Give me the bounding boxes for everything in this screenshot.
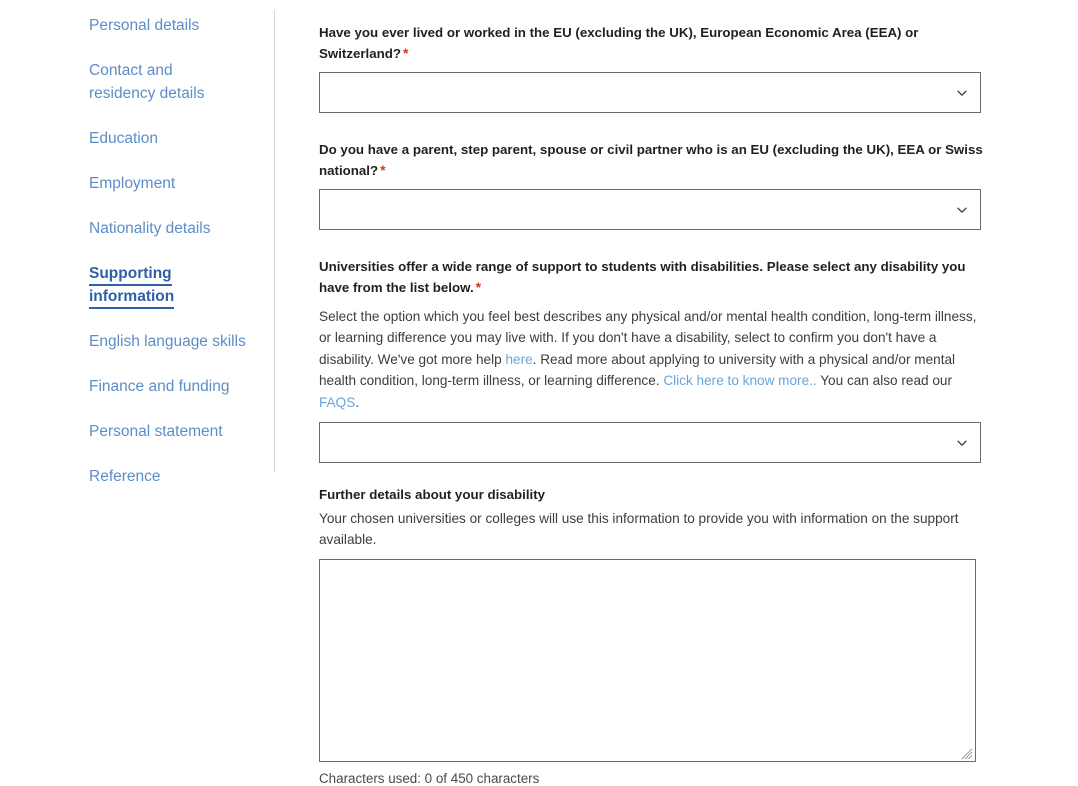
field-eu-residence: Have you ever lived or worked in the EU … <box>319 22 1019 113</box>
field-further-details: Further details about your disability Yo… <box>319 484 1019 786</box>
sidebar-nav-list: Personal details Contact and residency d… <box>0 14 275 488</box>
sidebar-item-label[interactable]: Contact and residency details <box>89 62 204 102</box>
faqs-link[interactable]: FAQS <box>319 395 355 410</box>
required-asterisk: * <box>403 45 409 61</box>
field-disability: Universities offer a wide range of suppo… <box>319 256 1019 464</box>
field-eu-relative: Do you have a parent, step parent, spous… <box>319 139 1019 230</box>
disability-help-part-4: . <box>355 394 360 410</box>
sidebar-divider <box>274 10 275 472</box>
character-counter: Characters used: 0 of 450 characters <box>319 771 540 786</box>
chevron-down-icon <box>956 87 968 99</box>
disability-label: Universities offer a wide range of suppo… <box>319 256 984 298</box>
sidebar-item-label[interactable]: Education <box>89 130 158 147</box>
eu-residence-label: Have you ever lived or worked in the EU … <box>319 22 984 64</box>
sidebar-item-label[interactable]: Finance and funding <box>89 378 229 395</box>
supporting-information-form: Have you ever lived or worked in the EU … <box>319 0 1019 786</box>
sidebar-item-label[interactable]: Nationality details <box>89 220 210 237</box>
eu-residence-select[interactable] <box>319 72 981 113</box>
further-details-help-text: Your chosen universities or colleges wil… <box>319 511 959 548</box>
further-details-label: Further details about your disability <box>319 487 546 503</box>
required-asterisk: * <box>380 162 386 178</box>
disability-select[interactable] <box>319 422 981 464</box>
sidebar-item-label[interactable]: Employment <box>89 175 175 192</box>
eu-relative-label: Do you have a parent, step parent, spous… <box>319 139 984 181</box>
sidebar-item-nationality-details[interactable]: Nationality details <box>0 217 275 240</box>
further-details-textarea-wrapper[interactable] <box>319 559 976 763</box>
sidebar-item-label[interactable]: Reference <box>89 468 161 485</box>
application-form-page: Personal details Contact and residency d… <box>0 0 1078 786</box>
chevron-down-icon <box>956 204 968 216</box>
sidebar-item-reference[interactable]: Reference <box>0 465 275 488</box>
disability-help-text: Select the option which you feel best de… <box>319 306 979 413</box>
sidebar-item-label[interactable]: English language skills <box>89 333 246 350</box>
required-asterisk: * <box>475 279 482 295</box>
help-here-link[interactable]: here <box>505 352 532 367</box>
eu-residence-label-text: Have you ever lived or worked in the EU … <box>319 25 919 61</box>
sidebar-item-personal-details[interactable]: Personal details <box>0 14 275 37</box>
disability-label-text: Universities offer a wide range of suppo… <box>319 259 966 295</box>
sidebar-item-english-language-skills[interactable]: English language skills <box>0 330 275 353</box>
disability-help-part-3: You can also read our <box>816 373 952 389</box>
eu-relative-label-text: Do you have a parent, step parent, spous… <box>319 142 983 178</box>
sidebar-item-contact-and-residency-details[interactable]: Contact and residency details <box>0 59 275 105</box>
know-more-link[interactable]: Click here to know more.. <box>663 373 816 388</box>
sidebar-item-education[interactable]: Education <box>0 127 275 150</box>
sidebar-item-label-active[interactable]: Supporting information <box>89 265 175 309</box>
chevron-down-icon <box>956 437 968 449</box>
sidebar-item-employment[interactable]: Employment <box>0 172 275 195</box>
sidebar-item-supporting-information[interactable]: Supporting information <box>0 262 275 309</box>
sidebar-item-finance-and-funding[interactable]: Finance and funding <box>0 375 275 398</box>
eu-relative-select[interactable] <box>319 189 981 230</box>
sidebar-item-label[interactable]: Personal details <box>89 17 199 34</box>
further-details-textarea[interactable] <box>320 560 975 762</box>
section-navigation-sidebar: Personal details Contact and residency d… <box>0 0 275 674</box>
sidebar-item-personal-statement[interactable]: Personal statement <box>0 420 275 443</box>
sidebar-item-label[interactable]: Personal statement <box>89 423 223 440</box>
